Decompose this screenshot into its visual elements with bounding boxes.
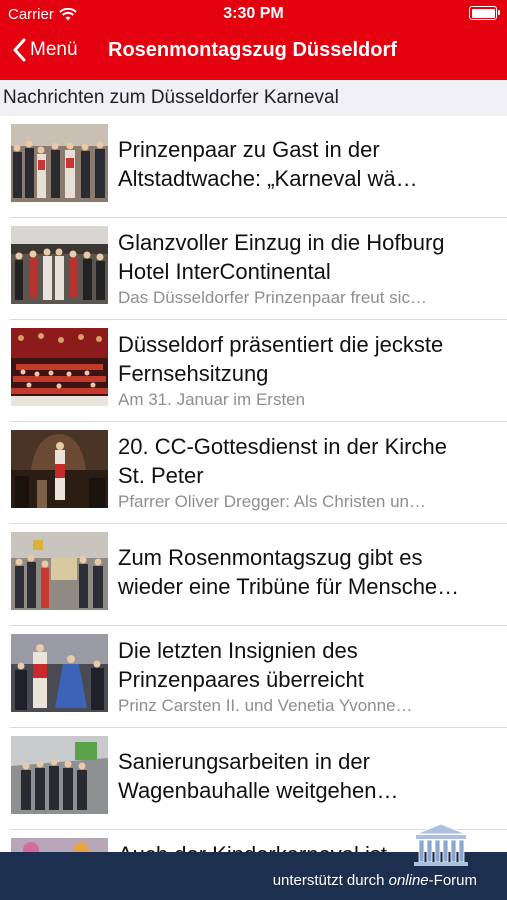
credit-prefix: unterstützt durch xyxy=(272,872,389,889)
article-headline: Die letzten Insignien des Prinzenpaares … xyxy=(118,636,495,694)
article-thumbnail xyxy=(11,532,108,610)
article-row[interactable]: Glanzvoller Einzug in die Hofburg Hotel … xyxy=(0,218,507,320)
headline-line-2: Prinzenpaares überreicht xyxy=(118,667,364,692)
headline-line-2: Altstadtwache: „Karneval wä… xyxy=(118,166,418,191)
battery-icon xyxy=(469,6,500,20)
article-text: Prinzenpaar zu Gast in der Altstadtwache… xyxy=(118,135,495,193)
article-headline: Prinzenpaar zu Gast in der Altstadtwache… xyxy=(118,135,495,193)
headline-line-2: Wagenbauhalle weitgehen… xyxy=(118,778,399,803)
headline-line-2: Fernsehsitzung xyxy=(118,361,269,386)
article-text: Glanzvoller Einzug in die Hofburg Hotel … xyxy=(118,228,495,308)
article-teaser: Am 31. Januar im Ersten xyxy=(118,390,306,409)
credit-suffix: -Forum xyxy=(428,872,477,889)
headline-line-1: Sanierungsarbeiten in der xyxy=(118,749,370,774)
headline-line-1: Zum Rosenmontagszug gibt es xyxy=(118,545,423,570)
headline-line-2: wieder eine Tribüne für Mensche… xyxy=(118,574,460,599)
article-headline: Zum Rosenmontagszug gibt es wieder eine … xyxy=(118,543,495,601)
article-thumbnail xyxy=(11,124,108,202)
article-thumbnail xyxy=(11,226,108,304)
article-headline: Düsseldorf präsentiert die jeckste Ferns… xyxy=(118,330,495,388)
article-row[interactable]: Sanierungsarbeiten in der Wagenbauhalle … xyxy=(0,728,507,830)
article-text: Die letzten Insignien des Prinzenpaares … xyxy=(118,636,495,716)
chevron-left-icon xyxy=(13,38,26,62)
article-headline: 20. CC-Gottesdienst in der Kirche St. Pe… xyxy=(118,432,495,490)
headline-line-1: Die letzten Insignien des xyxy=(118,638,358,663)
article-teaser: Pfarrer Oliver Dregger: Als Christen un… xyxy=(118,492,426,511)
headline-line-2: Hotel InterContinental xyxy=(118,259,331,284)
section-header: Nachrichten zum Düsseldorfer Karneval xyxy=(0,80,507,116)
article-headline: Glanzvoller Einzug in die Hofburg Hotel … xyxy=(118,228,495,286)
article-thumbnail xyxy=(11,736,108,814)
article-thumbnail xyxy=(11,430,108,508)
temple-logo-icon[interactable] xyxy=(412,822,470,868)
status-bar: Carrier 3:30 PM xyxy=(0,0,507,28)
headline-line-1: Düsseldorf präsentiert die jeckste xyxy=(118,332,444,357)
article-text: 20. CC-Gottesdienst in der Kirche St. Pe… xyxy=(118,432,495,512)
article-teaser: Das Düsseldorfer Prinzenpaar freut sic… xyxy=(118,288,427,307)
article-thumbnail xyxy=(11,328,108,406)
page-title: Rosenmontagszug Düsseldorf xyxy=(108,39,397,61)
sponsor-credit: unterstützt durch online-Forum xyxy=(273,872,477,889)
article-text: Sanierungsarbeiten in der Wagenbauhalle … xyxy=(118,747,495,805)
back-label: Menü xyxy=(30,39,78,60)
article-row[interactable]: Die letzten Insignien des Prinzenpaares … xyxy=(0,626,507,728)
article-row[interactable]: 20. CC-Gottesdienst in der Kirche St. Pe… xyxy=(0,422,507,524)
headline-line-2: St. Peter xyxy=(118,463,204,488)
back-button[interactable]: Menü xyxy=(12,38,78,62)
article-list[interactable]: Prinzenpaar zu Gast in der Altstadtwache… xyxy=(0,116,507,852)
headline-line-1: Prinzenpaar zu Gast in der xyxy=(118,137,380,162)
article-thumbnail xyxy=(11,634,108,712)
section-title: Nachrichten zum Düsseldorfer Karneval xyxy=(3,87,339,108)
article-headline: Sanierungsarbeiten in der Wagenbauhalle … xyxy=(118,747,495,805)
headline-line-1: Glanzvoller Einzug in die Hofburg xyxy=(118,230,445,255)
article-text: Düsseldorf präsentiert die jeckste Ferns… xyxy=(118,330,495,410)
credit-brand: online xyxy=(388,872,429,889)
article-text: Zum Rosenmontagszug gibt es wieder eine … xyxy=(118,543,495,601)
headline-line-1: 20. CC-Gottesdienst in der Kirche xyxy=(118,434,447,459)
article-row[interactable]: Prinzenpaar zu Gast in der Altstadtwache… xyxy=(0,116,507,218)
header-bar: Carrier 3:30 PM Menü Rosenmontagszug Düs… xyxy=(0,0,507,80)
article-teaser: Prinz Carsten II. und Venetia Yvonne… xyxy=(118,696,413,715)
article-thumbnail xyxy=(11,838,108,852)
clock: 3:30 PM xyxy=(223,5,284,22)
article-row[interactable]: Düsseldorf präsentiert die jeckste Ferns… xyxy=(0,320,507,422)
article-row[interactable]: Zum Rosenmontagszug gibt es wieder eine … xyxy=(0,524,507,626)
navigation-bar: Menü Rosenmontagszug Düsseldorf xyxy=(0,30,507,74)
